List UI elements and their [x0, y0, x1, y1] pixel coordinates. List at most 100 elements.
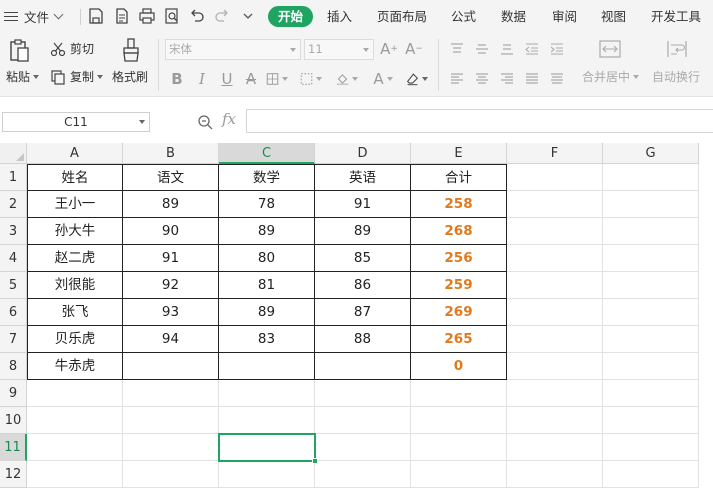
- cell-b2[interactable]: 89: [123, 191, 219, 218]
- cell-e4[interactable]: 256: [411, 245, 507, 272]
- align-right-icon[interactable]: [496, 68, 518, 90]
- cell-e6[interactable]: 269: [411, 299, 507, 326]
- cell-f8[interactable]: [507, 353, 603, 380]
- cell-e5[interactable]: 259: [411, 272, 507, 299]
- cell-d12[interactable]: [315, 461, 411, 488]
- underline-icon[interactable]: U: [216, 68, 238, 90]
- cell-b5[interactable]: 92: [123, 272, 219, 299]
- fill-color-icon[interactable]: [336, 68, 358, 90]
- select-all-corner[interactable]: [0, 143, 27, 164]
- column-header-d[interactable]: D: [315, 143, 411, 164]
- cell-a2[interactable]: 王小一: [27, 191, 123, 218]
- cell-b10[interactable]: [123, 407, 219, 434]
- row-header-4[interactable]: 4: [0, 245, 27, 272]
- align-center-icon[interactable]: [471, 68, 493, 90]
- cell-a10[interactable]: [27, 407, 123, 434]
- cell-g2[interactable]: [603, 191, 699, 218]
- row-header-6[interactable]: 6: [0, 299, 27, 326]
- cell-g8[interactable]: [603, 353, 699, 380]
- cell-c10[interactable]: [219, 407, 315, 434]
- clear-format-icon[interactable]: [406, 68, 428, 90]
- cell-f9[interactable]: [507, 380, 603, 407]
- cell-e9[interactable]: [411, 380, 507, 407]
- cell-a6[interactable]: 张飞: [27, 299, 123, 326]
- align-top-icon[interactable]: [446, 38, 468, 60]
- cut-button[interactable]: 剪切: [50, 40, 94, 57]
- cell-g5[interactable]: [603, 272, 699, 299]
- cell-f5[interactable]: [507, 272, 603, 299]
- row-header-3[interactable]: 3: [0, 218, 27, 245]
- row-header-2[interactable]: 2: [0, 191, 27, 218]
- cell-c5[interactable]: 81: [219, 272, 315, 299]
- cell-g11[interactable]: [603, 434, 699, 461]
- borders-icon[interactable]: [266, 68, 288, 90]
- save-icon[interactable]: [87, 7, 105, 25]
- cell-c7[interactable]: 83: [219, 326, 315, 353]
- fill-pattern-icon[interactable]: [300, 68, 322, 90]
- cell-f10[interactable]: [507, 407, 603, 434]
- redo-icon[interactable]: [213, 7, 231, 25]
- format-painter-icon[interactable]: [120, 37, 142, 63]
- export-pdf-icon[interactable]: [113, 7, 131, 25]
- file-menu[interactable]: 文件: [4, 0, 64, 33]
- increase-font-icon[interactable]: A +: [378, 38, 400, 60]
- strikethrough-icon[interactable]: A: [240, 68, 262, 90]
- cell-d4[interactable]: 85: [315, 245, 411, 272]
- tab-page-layout[interactable]: 页面布局: [377, 0, 427, 33]
- cell-b9[interactable]: [123, 380, 219, 407]
- paste-button[interactable]: 粘贴: [6, 68, 40, 85]
- cell-f7[interactable]: [507, 326, 603, 353]
- cell-g3[interactable]: [603, 218, 699, 245]
- cell-d10[interactable]: [315, 407, 411, 434]
- cell-g12[interactable]: [603, 461, 699, 488]
- quick-access-more-icon[interactable]: [239, 7, 257, 25]
- column-header-e[interactable]: E: [411, 143, 507, 164]
- cell-f11[interactable]: [507, 434, 603, 461]
- cell-b8[interactable]: [123, 353, 219, 380]
- print-icon[interactable]: [138, 7, 156, 25]
- font-color-icon[interactable]: A: [372, 68, 394, 90]
- copy-button[interactable]: 复制: [50, 68, 104, 85]
- cell-a1[interactable]: 姓名: [27, 164, 123, 191]
- name-box[interactable]: C11: [2, 112, 150, 132]
- fill-handle[interactable]: [312, 458, 318, 464]
- decrease-font-icon[interactable]: A −: [403, 38, 425, 60]
- cell-g10[interactable]: [603, 407, 699, 434]
- distributed-align-icon[interactable]: [546, 68, 568, 90]
- zoom-search-icon[interactable]: [197, 114, 213, 130]
- cell-e3[interactable]: 268: [411, 218, 507, 245]
- column-header-b[interactable]: B: [123, 143, 219, 164]
- cell-b4[interactable]: 91: [123, 245, 219, 272]
- cell-c1[interactable]: 数学: [219, 164, 315, 191]
- row-header-9[interactable]: 9: [0, 380, 27, 407]
- cell-d1[interactable]: 英语: [315, 164, 411, 191]
- cell-c3[interactable]: 89: [219, 218, 315, 245]
- wrap-text-button[interactable]: 自动换行: [652, 68, 700, 85]
- cell-f3[interactable]: [507, 218, 603, 245]
- row-header-1[interactable]: 1: [0, 164, 27, 191]
- cell-a8[interactable]: 牛赤虎: [27, 353, 123, 380]
- cell-d5[interactable]: 86: [315, 272, 411, 299]
- cell-d3[interactable]: 89: [315, 218, 411, 245]
- row-header-11[interactable]: 11: [0, 434, 27, 461]
- column-header-c[interactable]: C: [219, 143, 315, 164]
- cell-b6[interactable]: 93: [123, 299, 219, 326]
- tab-home[interactable]: 开始: [268, 6, 314, 27]
- align-middle-icon[interactable]: [471, 38, 493, 60]
- cell-b12[interactable]: [123, 461, 219, 488]
- column-header-g[interactable]: G: [603, 143, 699, 164]
- tab-formulas[interactable]: 公式: [451, 0, 476, 33]
- align-bottom-icon[interactable]: [496, 38, 518, 60]
- decrease-indent-icon[interactable]: [521, 38, 543, 60]
- cell-a3[interactable]: 孙大牛: [27, 218, 123, 245]
- row-header-10[interactable]: 10: [0, 407, 27, 434]
- font-name-select[interactable]: 宋体: [165, 39, 301, 60]
- tab-review[interactable]: 审阅: [552, 0, 577, 33]
- cell-b7[interactable]: 94: [123, 326, 219, 353]
- merge-center-button[interactable]: 合并居中: [582, 68, 640, 85]
- format-painter-button[interactable]: 格式刷: [112, 68, 148, 85]
- tab-view[interactable]: 视图: [601, 0, 626, 33]
- cell-c8[interactable]: [219, 353, 315, 380]
- cell-e7[interactable]: 265: [411, 326, 507, 353]
- cell-f4[interactable]: [507, 245, 603, 272]
